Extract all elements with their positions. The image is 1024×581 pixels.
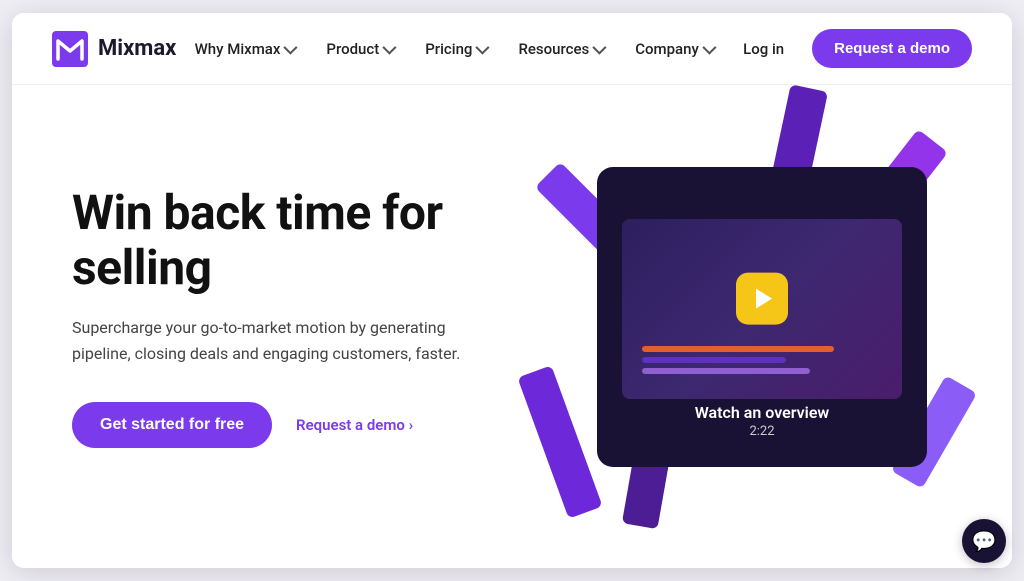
chevron-down-icon [702, 40, 716, 54]
get-started-button[interactable]: Get started for free [72, 402, 272, 448]
video-caption-title: Watch an overview [597, 403, 927, 422]
play-button[interactable] [736, 272, 788, 324]
chevron-down-icon [476, 40, 490, 54]
screen-bars [642, 346, 882, 379]
screen-bar-3 [642, 368, 810, 374]
hero-section: Win back time for selling Supercharge yo… [12, 85, 1012, 568]
logo-icon [52, 31, 88, 67]
request-demo-button[interactable]: Request a demo [812, 29, 972, 68]
nav-why-mixmax[interactable]: Why Mixmax [181, 32, 309, 66]
hero-subtitle: Supercharge your go-to-market motion by … [72, 315, 472, 366]
chevron-down-icon [284, 40, 298, 54]
nav-resources[interactable]: Resources [504, 32, 617, 66]
nav-actions: Log in Request a demo [731, 29, 972, 68]
nav-pricing[interactable]: Pricing [411, 32, 500, 66]
screen-bar-1 [642, 346, 834, 352]
play-icon [756, 288, 772, 308]
hero-right: Watch an overview 2:22 [552, 97, 972, 537]
login-button[interactable]: Log in [731, 32, 796, 66]
chat-widget[interactable]: 💬 [962, 519, 1006, 563]
navbar: Mixmax Why Mixmax Product Pricing Resour… [12, 13, 1012, 85]
nav-product[interactable]: Product [312, 32, 407, 66]
logo-area[interactable]: Mixmax [52, 31, 176, 67]
hero-cta: Get started for free Request a demo › [72, 402, 552, 448]
hero-title: Win back time for selling [72, 185, 552, 295]
chevron-down-icon [593, 40, 607, 54]
screen-bar-2 [642, 357, 786, 363]
chevron-down-icon [383, 40, 397, 54]
nav-links: Why Mixmax Product Pricing Resources Com… [181, 32, 727, 66]
video-caption: Watch an overview 2:22 [597, 403, 927, 439]
chat-icon: 💬 [972, 529, 997, 553]
request-demo-link[interactable]: Request a demo › [296, 416, 413, 434]
brand-name: Mixmax [98, 36, 176, 61]
browser-frame: Mixmax Why Mixmax Product Pricing Resour… [12, 13, 1012, 568]
video-duration: 2:22 [597, 424, 927, 439]
nav-company[interactable]: Company [621, 32, 727, 66]
video-card[interactable]: Watch an overview 2:22 [597, 167, 927, 467]
laptop-screen [622, 219, 902, 399]
hero-left: Win back time for selling Supercharge yo… [72, 185, 552, 449]
